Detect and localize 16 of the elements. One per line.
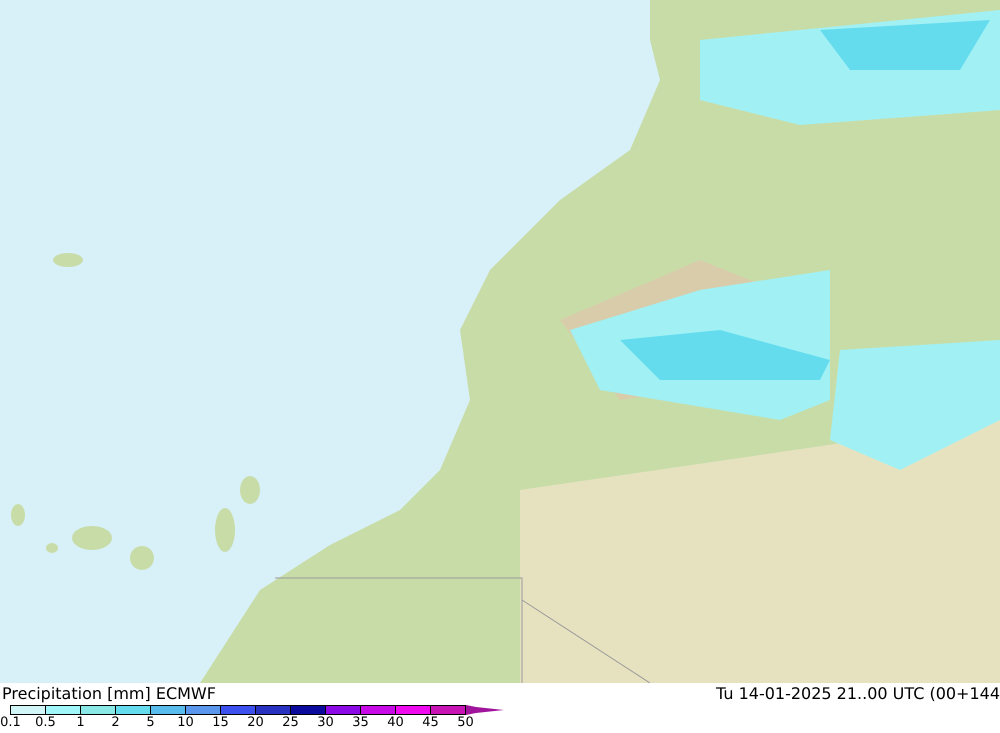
- legend-label: 0.1: [0, 715, 22, 730]
- legend-label: 2: [110, 715, 121, 730]
- legend-label: 20: [246, 715, 265, 730]
- legend-label: 30: [316, 715, 335, 730]
- legend-label: 50: [456, 715, 475, 730]
- legend-label: 40: [386, 715, 405, 730]
- legend-label: 45: [421, 715, 440, 730]
- valid-time: Tu 14-01-2025 21..00 UTC (00+144: [716, 683, 1000, 705]
- legend-label: 15: [211, 715, 230, 730]
- legend-label: 10: [176, 715, 195, 730]
- legend-label: 5: [145, 715, 156, 730]
- legend-label: 0.5: [34, 715, 57, 730]
- legend-label: 1: [75, 715, 86, 730]
- legend-label: 25: [281, 715, 300, 730]
- chart-title: Precipitation [mm] ECMWF: [2, 683, 217, 705]
- legend-label: 35: [351, 715, 370, 730]
